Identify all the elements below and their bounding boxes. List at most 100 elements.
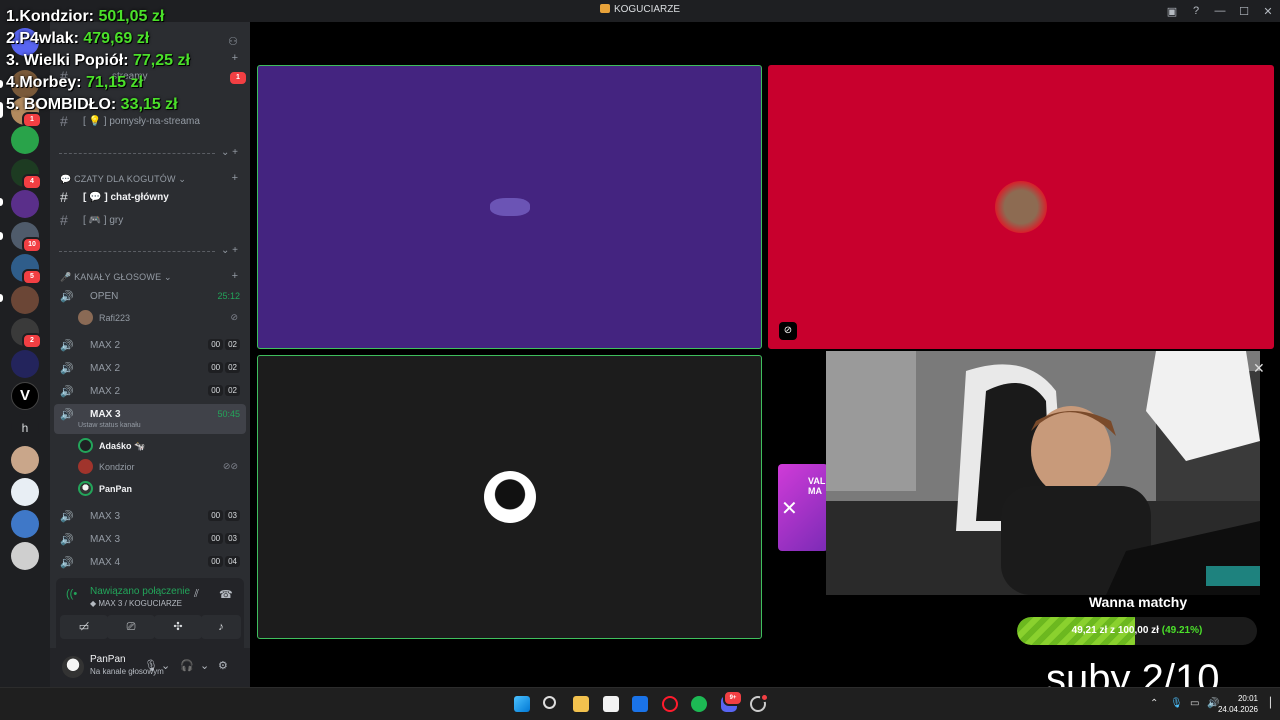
participant-tile[interactable] — [257, 65, 762, 349]
speaker-icon: 🔊 — [60, 363, 74, 375]
set-status-link[interactable]: Ustaw status kanału — [78, 422, 141, 429]
spotify-icon[interactable] — [691, 696, 707, 712]
channel-gry[interactable]: # [ 🎮 ] gry — [50, 210, 250, 230]
category-controls[interactable]: ⌄ + — [221, 245, 238, 256]
voice-channel[interactable]: 🔊 MAX 3 00 03 — [54, 506, 246, 526]
status-dot — [760, 693, 769, 702]
server-icon[interactable] — [11, 478, 39, 506]
signal-icon[interactable]: ((• — [66, 588, 77, 600]
voice-channel[interactable]: 🔊 MAX 2 00 02 — [54, 358, 246, 378]
opera-icon[interactable] — [662, 696, 678, 712]
camera-button[interactable]: ▭̸ — [60, 615, 108, 639]
connection-location-text: MAX 3 / KOGUCIARZE — [98, 599, 182, 608]
headphones-icon[interactable]: 🎧 — [180, 659, 194, 672]
ranking-name: 5. BOMBIDŁO: — [6, 96, 121, 113]
avatar — [78, 459, 93, 474]
participant-tile[interactable]: ⊘ — [768, 65, 1274, 349]
category-voice[interactable]: 🎤 KANAŁY GŁOSOWE ⌄ — [60, 272, 172, 283]
app-icon[interactable] — [750, 693, 769, 712]
voice-channel-open[interactable]: 🔊 OPEN 25:12 — [54, 286, 246, 306]
ranking-name: 2.P4wlak: — [6, 30, 84, 47]
channel-chat-glowny[interactable]: # [ 💬 ] chat-główny — [50, 187, 250, 207]
server-icon[interactable] — [11, 446, 39, 474]
category-label: 💬 CZATY DLA KOGUTÓW — [60, 174, 176, 184]
notifications-icon[interactable]: ▏ — [1270, 698, 1278, 709]
help-icon[interactable]: ? — [1184, 5, 1208, 17]
system-clock[interactable]: 20:01 24.04.2026 — [1218, 693, 1258, 715]
camera-off-icon: ▭̸ — [78, 621, 90, 633]
mention-badge: 2 — [22, 333, 42, 349]
avatar[interactable] — [62, 656, 84, 678]
count-current: 00 — [208, 385, 224, 396]
participant-tile[interactable] — [257, 355, 762, 639]
server-icon[interactable] — [11, 350, 39, 378]
user-count: 00 02 — [208, 339, 240, 350]
minimize-button[interactable]: — — [1208, 5, 1232, 17]
microphone-icon[interactable]: 🎙 — [1170, 698, 1183, 709]
inbox-icon[interactable]: ▣ — [1160, 5, 1184, 18]
network-icon[interactable]: ▭ — [1190, 698, 1199, 709]
add-channel-icon[interactable]: + — [232, 270, 238, 282]
voice-channel-max3-selected[interactable]: 🔊 MAX 3 50:45 Ustaw status kanału — [54, 404, 246, 434]
speaker-icon: 🔊 — [60, 557, 74, 569]
activities-button[interactable]: ✣ — [154, 615, 202, 639]
outlook-icon[interactable] — [632, 696, 648, 712]
server-icon[interactable]: V — [11, 382, 39, 410]
server-icon[interactable] — [11, 510, 39, 538]
voice-user[interactable]: Rafi223 ⊘ — [78, 308, 246, 328]
category-chats[interactable]: 💬 CZATY DLA KOGUTÓW ⌄ — [60, 174, 186, 185]
ranking-entry: 4.Morbey: 71,15 zł — [6, 72, 190, 94]
connection-status[interactable]: Nawiązano połączenie — [90, 586, 190, 597]
chevron-up-icon[interactable]: ⌃ — [1150, 698, 1158, 709]
start-icon[interactable] — [514, 696, 530, 712]
category-controls[interactable]: ⌄ + — [221, 147, 238, 158]
voice-channel[interactable]: 🔊 MAX 4 00 04 — [54, 552, 246, 572]
add-channel-icon[interactable]: + — [232, 172, 238, 184]
chevron-down-icon[interactable]: ⌄ — [200, 659, 209, 672]
count-limit: 02 — [225, 339, 240, 350]
count-limit: 02 — [225, 362, 240, 373]
voice-channel[interactable]: 🔊 MAX 2 00 02 — [54, 381, 246, 401]
count-current: 00 — [208, 362, 224, 373]
call-timer: 50:45 — [217, 409, 240, 419]
voice-user[interactable]: PanPan — [78, 479, 246, 499]
disconnect-icon[interactable]: ☎ — [219, 588, 233, 601]
close-button[interactable]: ✕ — [1256, 5, 1280, 18]
goal-title: Wanna matchy — [1088, 594, 1188, 610]
store-icon[interactable] — [603, 696, 619, 712]
server-icon[interactable]: h — [11, 414, 39, 442]
soundboard-button[interactable]: ♪ — [201, 615, 241, 639]
noise-suppression-icon[interactable]: ⫽ — [194, 588, 199, 601]
channel-label: [ 💡 ] pomysły-na-streama — [83, 116, 200, 127]
server-icon[interactable] — [11, 286, 39, 314]
server-icon[interactable]: 5 — [11, 254, 42, 285]
user-name[interactable]: PanPan — [90, 654, 126, 665]
add-channel-icon[interactable]: + — [232, 52, 238, 64]
server-icon[interactable]: 4 — [11, 159, 42, 190]
server-icon[interactable] — [11, 542, 39, 570]
server-icon[interactable] — [11, 126, 39, 154]
voice-channel[interactable]: 🔊 MAX 2 00 02 — [54, 335, 246, 355]
voice-user[interactable]: Adaśko 🐄 — [78, 436, 246, 456]
user-count: 00 04 — [208, 556, 240, 567]
close-icon[interactable]: ✕ — [1253, 360, 1265, 377]
window-controls: ▣ ? — ☐ ✕ — [1160, 0, 1280, 22]
server-icon[interactable] — [11, 190, 39, 218]
goal-separator: z — [1110, 625, 1116, 636]
chevron-down-icon[interactable]: ⌄ — [161, 659, 170, 672]
user-count: 00 03 — [208, 510, 240, 521]
connection-location: ◆ MAX 3 / KOGUCIARZE — [90, 599, 182, 608]
discord-icon[interactable]: 9+ — [721, 690, 743, 712]
file-explorer-icon[interactable] — [573, 696, 589, 712]
server-icon[interactable]: 10 — [11, 222, 42, 253]
invite-icon[interactable]: ⚇ — [228, 35, 238, 48]
settings-gear-icon[interactable]: ⚙ — [218, 659, 228, 672]
server-icon[interactable]: 2 — [11, 318, 42, 349]
ranking-name: 4.Morbey: — [6, 74, 87, 91]
voice-channel[interactable]: 🔊 MAX 3 00 03 — [54, 529, 246, 549]
microphone-icon[interactable]: 🎙 — [144, 659, 158, 672]
screen-share-button[interactable]: ⎚ — [107, 615, 155, 639]
search-icon[interactable] — [543, 696, 556, 709]
maximize-button[interactable]: ☐ — [1232, 5, 1256, 18]
voice-user[interactable]: Kondzior ⊘⊘ — [78, 457, 246, 477]
